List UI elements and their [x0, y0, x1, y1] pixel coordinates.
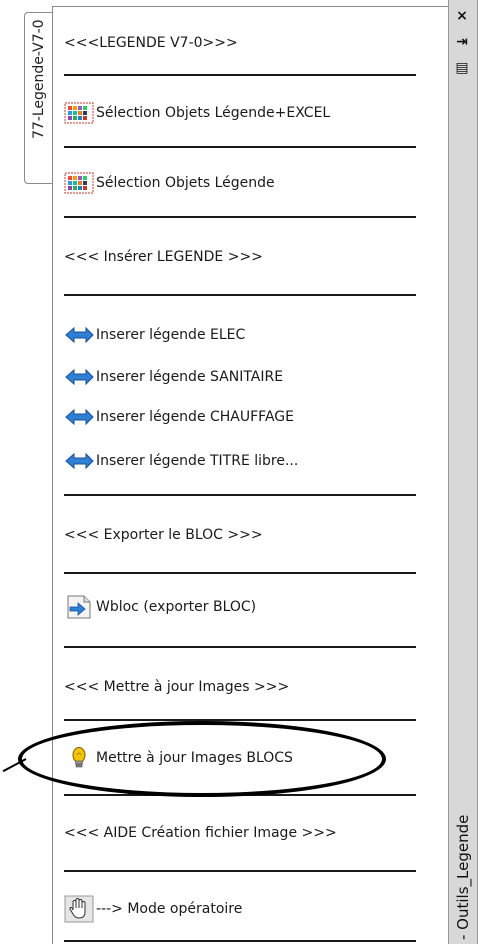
palette-item-header-images[interactable]: <<< Mettre à jour Images >>> [64, 672, 434, 702]
separator [64, 216, 416, 218]
tool-palette-window: 77-Legende-V7-0 <<<LEGENDE V7-0>>> Sélec… [0, 0, 484, 944]
palette-item-inserer-chauffage[interactable]: Inserer légende CHAUFFAGE [64, 402, 434, 432]
insert-arrow-icon [64, 365, 94, 389]
item-label: <<< AIDE Création fichier Image >>> [64, 825, 337, 841]
properties-icon[interactable]: ▤ [452, 58, 472, 78]
separator [64, 494, 416, 496]
item-label: <<< Mettre à jour Images >>> [64, 679, 290, 695]
palette-item-mode-operatoire[interactable]: ---> Mode opératoire [64, 894, 434, 924]
separator [64, 74, 416, 76]
item-label: <<< Exporter le BLOC >>> [64, 527, 263, 543]
item-label: <<< Insérer LEGENDE >>> [64, 249, 263, 265]
palette-item-header-exporter[interactable]: <<< Exporter le BLOC >>> [64, 520, 434, 550]
insert-arrow-icon [64, 405, 94, 429]
item-label: Sélection Objets Légende+EXCEL [96, 105, 331, 121]
item-label: <<<LEGENDE V7-0>>> [64, 35, 238, 51]
separator [64, 719, 416, 721]
palette-item-selection-excel[interactable]: Sélection Objets Légende+EXCEL [64, 98, 434, 128]
palette-item-wbloc[interactable]: Wbloc (exporter BLOC) [64, 592, 434, 622]
separator [64, 294, 416, 296]
separator [64, 870, 416, 872]
wblock-export-icon [64, 595, 94, 619]
palette-tab[interactable]: 77-Legende-V7-0 [24, 12, 52, 184]
item-label: Inserer légende SANITAIRE [96, 369, 284, 385]
insert-arrow-icon [64, 449, 94, 473]
item-label: ---> Mode opératoire [96, 901, 243, 917]
item-label: Inserer légende ELEC [96, 327, 246, 343]
insert-arrow-icon [64, 323, 94, 347]
selection-grid-icon [64, 101, 94, 125]
palette-item-header-aide[interactable]: <<< AIDE Création fichier Image >>> [64, 818, 434, 848]
separator [64, 646, 416, 648]
separator [64, 940, 416, 942]
palette-item-inserer-titre[interactable]: Inserer légende TITRE libre... [64, 446, 434, 476]
palette-item-inserer-sanitaire[interactable]: Inserer légende SANITAIRE [64, 362, 434, 392]
palette-tab-label: 77-Legende-V7-0 [31, 19, 47, 139]
palette-item-inserer-elec[interactable]: Inserer légende ELEC [64, 320, 434, 350]
palette-item-selection[interactable]: Sélection Objets Légende [64, 168, 434, 198]
separator [64, 572, 416, 574]
item-label: Sélection Objets Légende [96, 175, 275, 191]
palette-title: - Outils_Legende [454, 814, 472, 940]
item-label: Inserer légende CHAUFFAGE [96, 409, 294, 425]
hand-icon [64, 895, 94, 923]
palette-titlebar[interactable]: × ⇥ ▤ - Outils_Legende [448, 0, 478, 944]
close-icon[interactable]: × [452, 6, 472, 26]
separator [64, 146, 416, 148]
palette-item-header-legende[interactable]: <<<LEGENDE V7-0>>> [64, 28, 434, 58]
item-label: Wbloc (exporter BLOC) [96, 599, 257, 615]
selection-grid-icon [64, 171, 94, 195]
autohide-icon[interactable]: ⇥ [452, 32, 472, 52]
palette-item-header-inserer[interactable]: <<< Insérer LEGENDE >>> [64, 242, 434, 272]
highlight-annotation-ellipse [18, 721, 386, 797]
item-label: Inserer légende TITRE libre... [96, 453, 299, 469]
